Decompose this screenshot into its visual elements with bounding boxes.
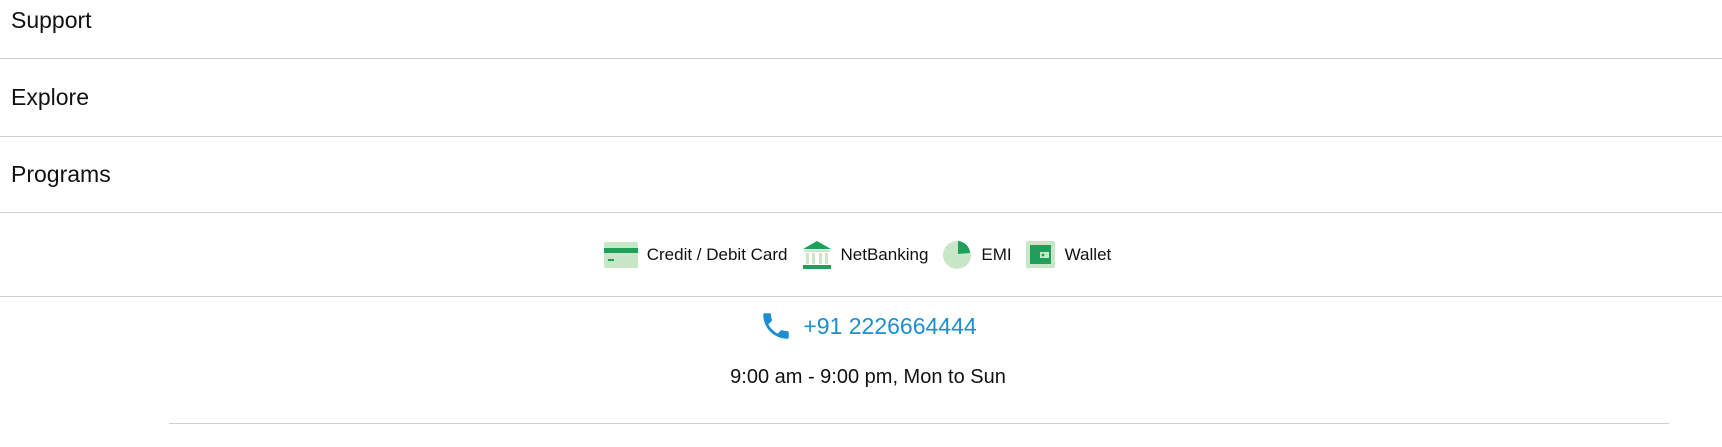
divider	[169, 423, 1669, 424]
accordion-label: Explore	[11, 84, 89, 110]
accordion-item-support[interactable]: Support	[0, 0, 1722, 59]
phone-icon	[759, 309, 793, 343]
accordion-label: Support	[11, 7, 92, 33]
phone-line: +91 2226664444	[0, 297, 1722, 343]
phone-number-link[interactable]: +91 2226664444	[803, 313, 976, 340]
payment-method-wallet: Wallet	[1025, 240, 1112, 269]
support-hours: 9:00 am - 9:00 pm, Mon to Sun	[730, 366, 1006, 388]
accordion-item-explore[interactable]: Explore	[0, 59, 1722, 137]
payment-methods: Credit / Debit Card NetBanking EMI Walle…	[0, 213, 1722, 297]
contact-section: +91 2226664444 9:00 am - 9:00 pm, Mon to…	[0, 297, 1722, 445]
payment-method-label: NetBanking	[840, 244, 929, 264]
payment-method-label: Credit / Debit Card	[646, 244, 788, 264]
bank-icon	[802, 240, 832, 270]
accordion-item-programs[interactable]: Programs	[0, 137, 1722, 213]
pie-chart-icon	[942, 240, 972, 270]
wallet-icon	[1025, 240, 1056, 269]
accordion-label: Programs	[11, 161, 111, 187]
payment-method-emi: EMI	[942, 240, 1012, 270]
payment-method-card: Credit / Debit Card	[603, 241, 788, 268]
credit-card-icon	[603, 241, 638, 268]
payment-method-label: Wallet	[1064, 244, 1112, 264]
payment-method-label: EMI	[981, 244, 1012, 264]
payment-method-netbanking: NetBanking	[802, 240, 929, 270]
